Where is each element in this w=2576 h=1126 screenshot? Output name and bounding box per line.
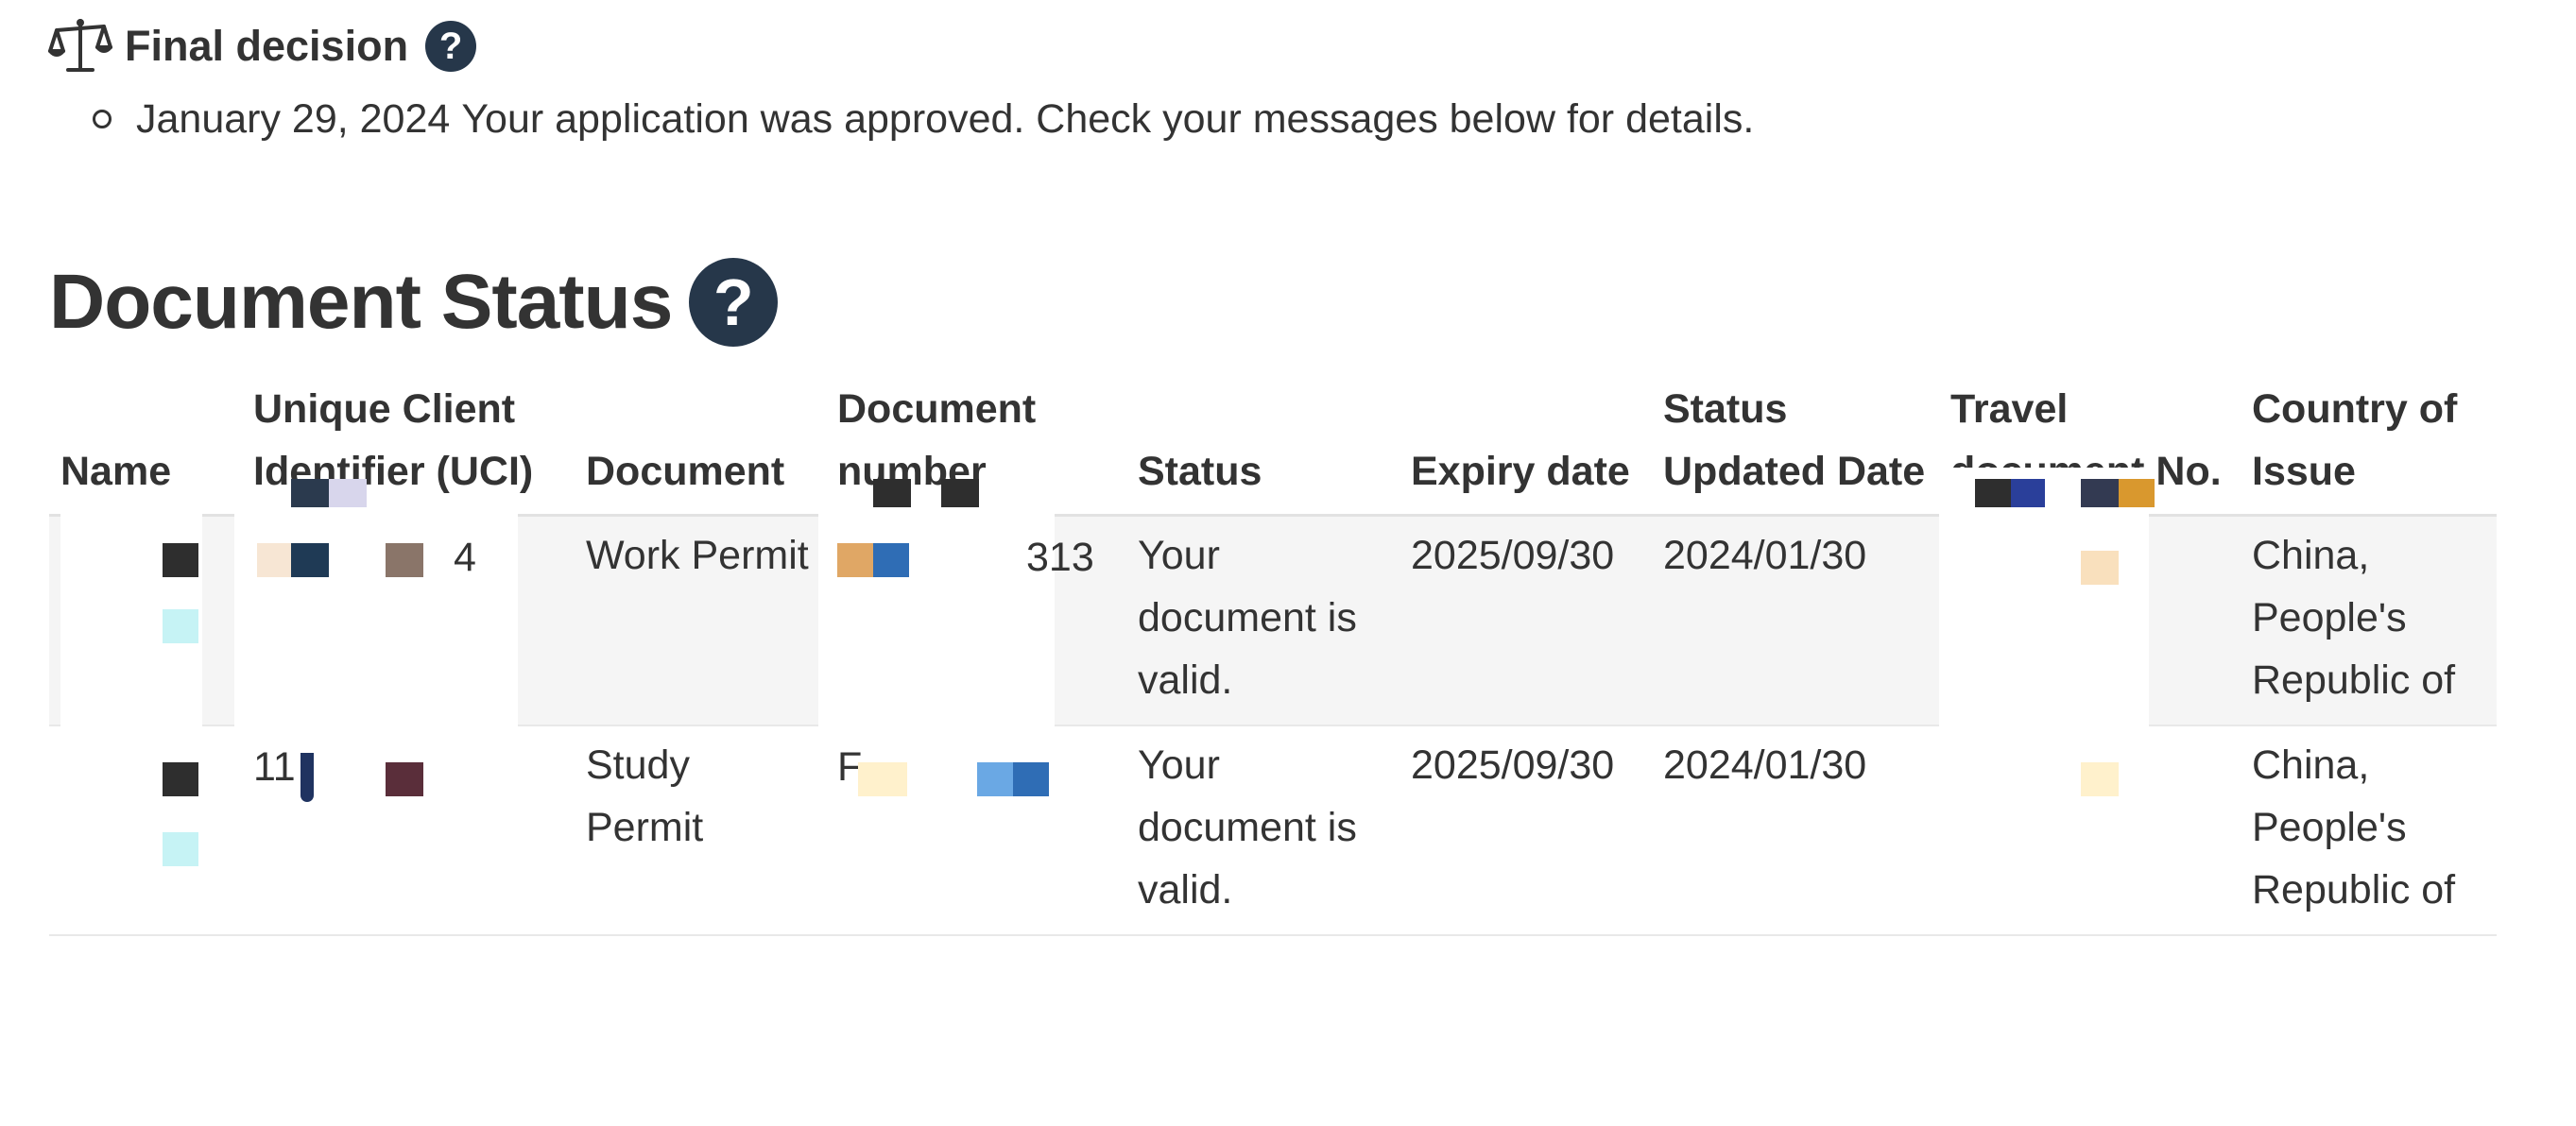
table-row: 4 Work Permit 313 Your document is valid… bbox=[49, 468, 2497, 732]
cell-country-of-issue: China, People's Republic of bbox=[2241, 515, 2497, 726]
decision-message: Your application was approved. Check you… bbox=[461, 95, 1755, 142]
document-status-help-icon[interactable]: ? bbox=[689, 258, 779, 347]
redacted-name bbox=[60, 734, 231, 923]
uci-visible-prefix: 11 bbox=[253, 744, 296, 790]
scale-icon bbox=[48, 19, 112, 72]
redacted-uci: 11 bbox=[253, 734, 563, 923]
cell-document-number: 313 bbox=[818, 479, 1126, 732]
cell-status-updated-date: 2024/01/30 bbox=[1652, 515, 1939, 726]
cell-uci: 11 bbox=[242, 725, 575, 936]
final-decision-help-icon[interactable]: ? bbox=[425, 21, 477, 72]
cell-document: Work Permit bbox=[575, 515, 826, 726]
table-row: 11 Study Permit F Your document is valid… bbox=[49, 725, 2497, 936]
document-status-title: Document Status bbox=[49, 259, 673, 345]
cell-travel-document-no bbox=[1939, 468, 2241, 732]
document-status-heading: Document Status ? bbox=[49, 246, 779, 359]
document-number-visible-suffix: 313 bbox=[1026, 535, 1094, 580]
column-header-name: Name bbox=[49, 378, 242, 517]
cell-expiry-date: 2025/09/30 bbox=[1400, 725, 1652, 936]
column-header-expiry-date: Expiry date bbox=[1400, 378, 1652, 517]
cell-expiry-date: 2025/09/30 bbox=[1400, 515, 1652, 726]
circle-bullet-icon bbox=[93, 110, 112, 128]
redacted-name bbox=[60, 505, 231, 732]
cell-document-number: F bbox=[826, 725, 1126, 936]
cell-status: Your document is valid. bbox=[1126, 725, 1400, 936]
redacted-travel-document-no bbox=[1950, 734, 2229, 923]
column-header-document: Document bbox=[575, 378, 826, 517]
redacted-document-number: F bbox=[837, 734, 1115, 923]
column-header-country-of-issue: Country of Issue bbox=[2241, 378, 2497, 517]
cell-document: Study Permit bbox=[575, 725, 826, 936]
final-decision-list-item: January 29, 2024 Your application was ap… bbox=[93, 91, 1754, 147]
cell-status-updated-date: 2024/01/30 bbox=[1652, 725, 1939, 936]
final-decision-header: Final decision ? bbox=[47, 15, 477, 77]
column-header-status: Status bbox=[1126, 378, 1400, 517]
column-header-status-updated-date: Status Updated Date bbox=[1652, 378, 1939, 517]
redacted-uci: 4 bbox=[234, 479, 563, 732]
cell-name bbox=[49, 725, 242, 936]
decision-date: January 29, 2024 bbox=[136, 95, 451, 142]
final-decision-title: Final decision bbox=[125, 22, 409, 70]
redacted-document-number: 313 bbox=[818, 479, 1115, 732]
cell-travel-document-no bbox=[1939, 725, 2241, 936]
document-status-table: Name Unique Client Identifier (UCI) Docu… bbox=[49, 378, 2497, 936]
cell-status: Your document is valid. bbox=[1126, 515, 1400, 726]
redacted-travel-document-no bbox=[1939, 468, 2229, 732]
cell-name bbox=[49, 505, 242, 732]
cell-country-of-issue: China, People's Republic of bbox=[2241, 725, 2497, 936]
cell-uci: 4 bbox=[234, 479, 575, 732]
